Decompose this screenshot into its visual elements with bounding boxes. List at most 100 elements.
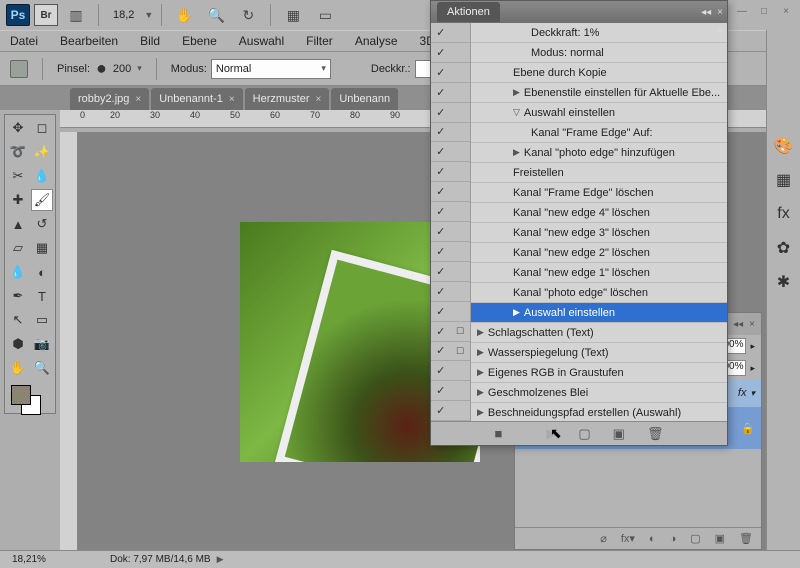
menu-datei[interactable]: Datei xyxy=(10,34,38,48)
eraser-tool-icon[interactable]: ▱ xyxy=(7,237,29,259)
action-row[interactable]: Kanal "Frame Edge" Auf: xyxy=(471,123,727,143)
tab-unbenannt2[interactable]: Unbenann xyxy=(331,88,398,110)
foreground-color-icon[interactable] xyxy=(11,385,31,405)
lasso-tool-icon[interactable]: ➰ xyxy=(7,141,29,163)
mode-select[interactable]: Normal ▾ xyxy=(211,59,331,79)
panel-menu-icon[interactable]: ≡ xyxy=(717,25,723,36)
close-icon[interactable]: × xyxy=(135,94,141,105)
hand-icon[interactable]: ✋ xyxy=(170,3,198,27)
crop-tool-icon[interactable]: ✂ xyxy=(7,165,29,187)
action-row[interactable]: Kanal "photo edge" löschen xyxy=(471,283,727,303)
tab-herzmuster[interactable]: Herzmuster× xyxy=(245,88,330,110)
swatches-panel-icon[interactable]: ▦ xyxy=(772,168,796,192)
action-row[interactable]: Kanal "Frame Edge" löschen xyxy=(471,183,727,203)
brushes-panel-icon[interactable]: ✿ xyxy=(772,236,796,260)
new-action-button[interactable]: ▣ xyxy=(613,426,625,442)
action-row[interactable]: Kanal "new edge 4" löschen xyxy=(471,203,727,223)
camera-tool-icon[interactable]: 📷 xyxy=(31,333,53,355)
adjustment-icon[interactable]: ◑ xyxy=(670,533,677,545)
marquee-tool-icon[interactable]: ◻ xyxy=(31,117,53,139)
move-tool-icon[interactable]: ✥ xyxy=(7,117,29,139)
close-icon[interactable]: × xyxy=(316,94,322,105)
screen-mode-icon[interactable]: ▭ xyxy=(311,3,339,27)
close-button[interactable]: × xyxy=(778,6,794,17)
delete-button[interactable]: 🗑 xyxy=(647,426,664,442)
color-swatches[interactable] xyxy=(7,381,53,411)
menu-ebene[interactable]: Ebene xyxy=(182,34,217,48)
zoom-icon[interactable]: 🔍 xyxy=(202,3,230,27)
color-panel-icon[interactable]: 🎨 xyxy=(772,134,796,158)
action-row[interactable]: ▶Auswahl einstellen xyxy=(471,303,727,323)
status-zoom[interactable]: 18,21% xyxy=(0,554,80,565)
brush-size: 200 xyxy=(113,63,131,75)
action-row[interactable]: ▶Wasserspiegelung (Text) xyxy=(471,343,727,363)
clone-panel-icon[interactable]: ✱ xyxy=(772,270,796,294)
brush-picker[interactable]: Pinsel: ● 200 ▾ xyxy=(57,58,142,79)
action-row[interactable]: ▶Eigenes RGB in Graustufen xyxy=(471,363,727,383)
dodge-tool-icon[interactable]: ◐ xyxy=(31,261,53,283)
arrange-icon[interactable]: ▦ xyxy=(279,3,307,27)
action-row[interactable]: ▶Kanal "photo edge" hinzufügen xyxy=(471,143,727,163)
fx-icon[interactable]: fx▾ xyxy=(621,532,635,545)
status-bar: 18,21% Dok: 7,97 MB/14,6 MB ▶ xyxy=(0,550,800,568)
toolbox: ✥ ◻ ➰ ✨ ✂ 💧 ✚ 🖌 ▲ ↺ ▱ ▦ 💧 ◐ ✒ T ↖ ▭ ⬢ 📷 … xyxy=(4,114,56,414)
pen-tool-icon[interactable]: ✒ xyxy=(7,285,29,307)
tool-preset-icon[interactable] xyxy=(10,60,28,78)
film-icon[interactable]: ▥ xyxy=(62,3,90,27)
shape-tool-icon[interactable]: ▭ xyxy=(31,309,53,331)
action-row[interactable]: ▶Ebenenstile einstellen für Aktuelle Ebe… xyxy=(471,83,727,103)
action-row[interactable]: Ebene durch Kopie xyxy=(471,63,727,83)
action-row[interactable]: Kanal "new edge 1" löschen xyxy=(471,263,727,283)
gradient-tool-icon[interactable]: ▦ xyxy=(31,237,53,259)
bridge-logo-icon[interactable]: Br xyxy=(34,4,58,26)
menu-auswahl[interactable]: Auswahl xyxy=(239,34,284,48)
trash-icon[interactable]: 🗑 xyxy=(739,532,753,545)
rotate-view-icon[interactable]: ↻ xyxy=(234,3,262,27)
tab-robby2[interactable]: robby2.jpg× xyxy=(70,88,149,110)
close-icon[interactable]: × xyxy=(717,7,723,18)
action-row[interactable]: Modus: normal xyxy=(471,43,727,63)
close-icon[interactable]: × xyxy=(229,94,235,105)
menu-bild[interactable]: Bild xyxy=(140,34,160,48)
brush-tool-icon[interactable]: 🖌 xyxy=(31,189,53,211)
minimize-button[interactable]: — xyxy=(734,6,750,17)
photoshop-logo-icon: Ps xyxy=(6,4,30,26)
new-layer-icon[interactable]: ▣ xyxy=(715,532,725,545)
status-doc-size[interactable]: Dok: 7,97 MB/14,6 MB xyxy=(80,554,211,565)
tab-unbenannt1[interactable]: Unbenannt-1× xyxy=(151,88,242,110)
menu-analyse[interactable]: Analyse xyxy=(355,34,398,48)
stamp-tool-icon[interactable]: ▲ xyxy=(7,213,29,235)
path-tool-icon[interactable]: ↖ xyxy=(7,309,29,331)
menu-filter[interactable]: Filter xyxy=(306,34,333,48)
action-row[interactable]: ▶Geschmolzenes Blei xyxy=(471,383,727,403)
action-row[interactable]: ▶Beschneidungspfad erstellen (Auswahl) xyxy=(471,403,727,421)
blur-tool-icon[interactable]: 💧 xyxy=(7,261,29,283)
hand-tool-icon[interactable]: ✋ xyxy=(7,357,29,379)
healing-tool-icon[interactable]: ✚ xyxy=(7,189,29,211)
action-row[interactable]: Kanal "new edge 2" löschen xyxy=(471,243,727,263)
actions-tab[interactable]: Aktionen xyxy=(437,2,500,22)
action-row[interactable]: Freistellen xyxy=(471,163,727,183)
zoom-value[interactable]: 18,2 xyxy=(107,9,140,21)
action-row[interactable]: ▽Auswahl einstellen xyxy=(471,103,727,123)
action-row[interactable]: ▶Schlagschatten (Text) xyxy=(471,323,727,343)
group-icon[interactable]: ▢ xyxy=(690,532,700,545)
action-row[interactable]: Deckkraft: 1% xyxy=(471,23,727,43)
wand-tool-icon[interactable]: ✨ xyxy=(31,141,53,163)
maximize-button[interactable]: □ xyxy=(756,6,772,17)
type-tool-icon[interactable]: T xyxy=(31,285,53,307)
stop-button[interactable]: ■ xyxy=(495,426,503,441)
close-icon[interactable]: × xyxy=(749,319,755,330)
zoom-tool-icon[interactable]: 🔍 xyxy=(31,357,53,379)
3d-tool-icon[interactable]: ⬢ xyxy=(7,333,29,355)
menu-bearbeiten[interactable]: Bearbeiten xyxy=(60,34,118,48)
new-set-button[interactable]: ▢ xyxy=(578,426,590,442)
mask-icon[interactable]: ◐ xyxy=(649,533,656,545)
link-icon[interactable]: ⌀ xyxy=(600,532,607,545)
eyedropper-tool-icon[interactable]: 💧 xyxy=(31,165,53,187)
action-row[interactable]: Kanal "new edge 3" löschen xyxy=(471,223,727,243)
ruler-vertical xyxy=(60,132,78,550)
styles-panel-icon[interactable]: fx xyxy=(772,202,796,226)
history-brush-icon[interactable]: ↺ xyxy=(31,213,53,235)
play-button[interactable]: ▶ xyxy=(546,426,556,442)
